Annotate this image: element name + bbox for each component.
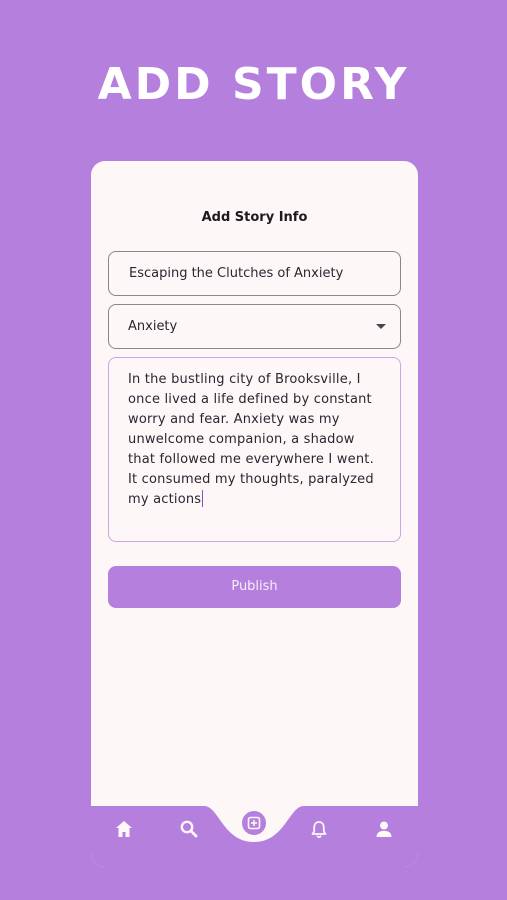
bell-icon[interactable]: [308, 818, 330, 840]
page-title: ADD STORY: [97, 59, 410, 110]
dropdown-caret-icon: [376, 324, 386, 329]
story-text-area[interactable]: In the bustling city of Brooksville, I o…: [108, 357, 401, 542]
story-title-input[interactable]: Escaping the Clutches of Anxiety: [108, 251, 401, 296]
category-select[interactable]: Anxiety: [108, 304, 401, 349]
add-icon[interactable]: [240, 809, 268, 837]
category-selected-value: Anxiety: [128, 319, 178, 334]
search-icon[interactable]: [178, 818, 200, 840]
story-text: In the bustling city of Brooksville, I o…: [128, 372, 374, 507]
add-story-card: Add Story Info Escaping the Clutches of …: [91, 161, 418, 867]
publish-button[interactable]: Publish: [108, 566, 401, 608]
form-title: Add Story Info: [201, 210, 308, 225]
bottom-navigation: [91, 806, 418, 867]
text-cursor: [202, 490, 204, 507]
profile-icon[interactable]: [373, 818, 395, 840]
home-icon[interactable]: [113, 818, 135, 840]
